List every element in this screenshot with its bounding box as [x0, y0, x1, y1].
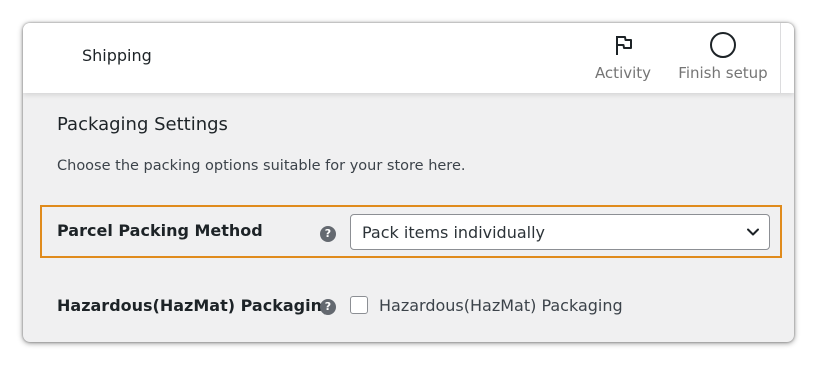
settings-card: Shipping Activity Finish setup Packaging…	[23, 23, 794, 342]
finish-setup-button[interactable]: Finish setup	[673, 31, 773, 87]
header-divider	[780, 23, 781, 93]
section-title: Packaging Settings	[57, 114, 228, 135]
packing-method-label: Parcel Packing Method	[57, 221, 263, 240]
packing-method-select[interactable]: Pack items individually	[350, 214, 770, 250]
help-icon[interactable]: ?	[320, 299, 336, 315]
finish-setup-label: Finish setup	[678, 64, 768, 82]
page-title: Shipping	[82, 46, 152, 65]
chevron-down-icon	[747, 228, 759, 236]
top-bar: Shipping Activity Finish setup	[23, 23, 794, 93]
packing-method-value: Pack items individually	[362, 223, 546, 242]
circle-progress-icon	[673, 31, 773, 59]
activity-label: Activity	[594, 64, 652, 82]
section-description: Choose the packing options suitable for …	[57, 158, 466, 174]
activity-button[interactable]: Activity	[585, 31, 661, 87]
flag-icon	[585, 31, 661, 59]
hazmat-label: Hazardous(HazMat) Packaging	[57, 296, 334, 315]
hazmat-checkbox[interactable]	[350, 296, 368, 314]
help-icon[interactable]: ?	[320, 226, 336, 242]
hazmat-checkbox-label[interactable]: Hazardous(HazMat) Packaging	[379, 296, 623, 315]
